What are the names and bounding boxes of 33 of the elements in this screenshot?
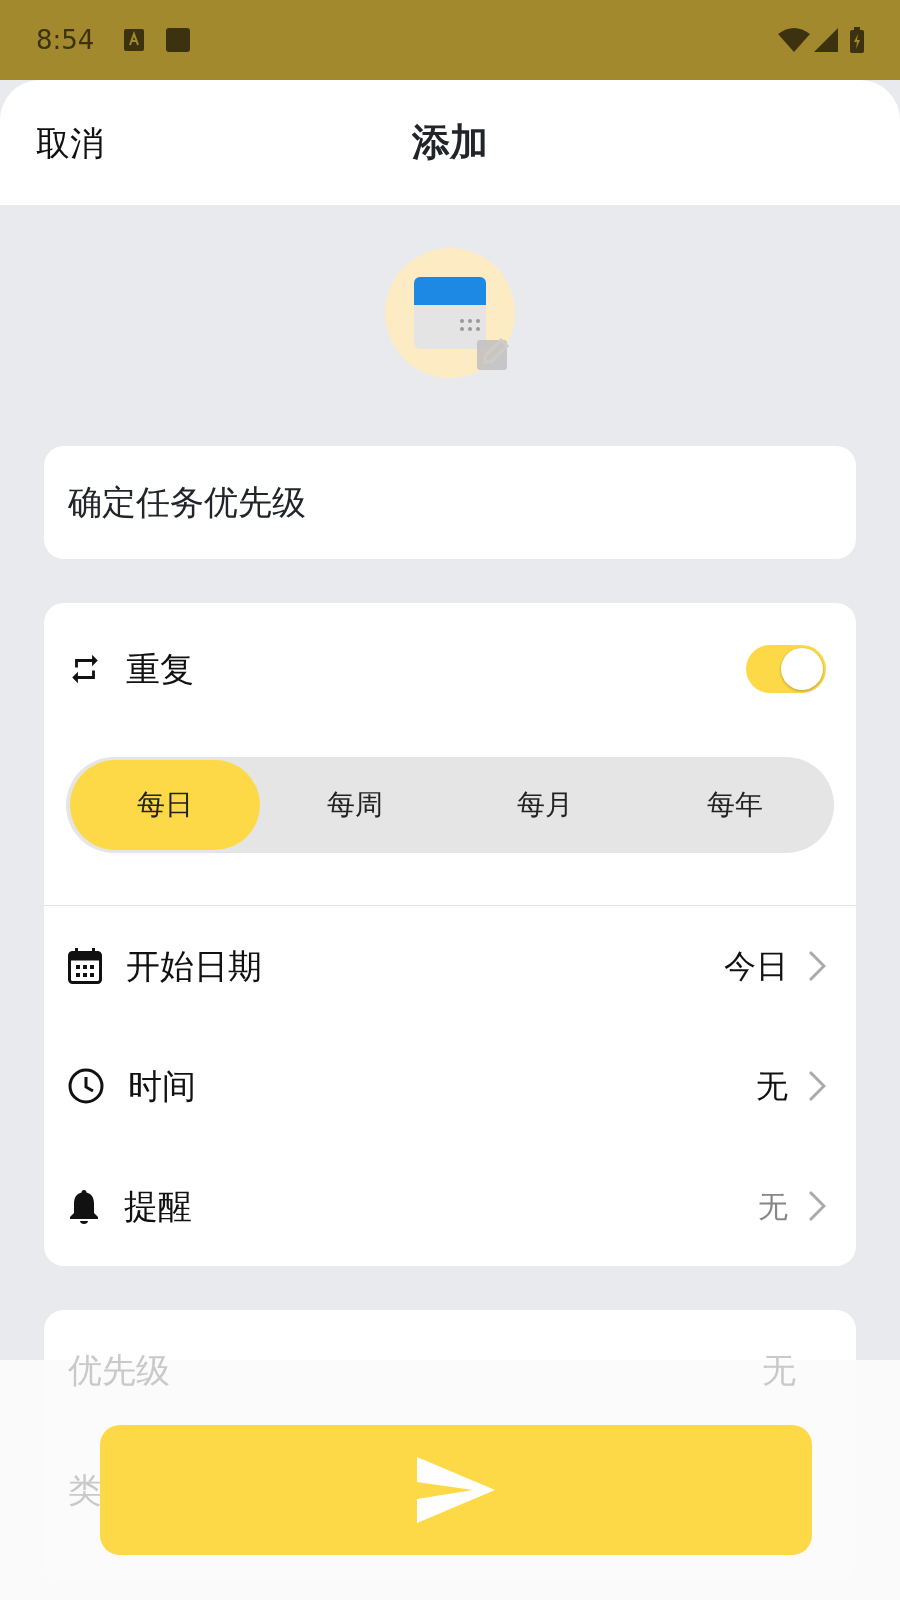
send-icon	[417, 1457, 495, 1523]
settings-row[interactable]: 开始日期 今日	[44, 906, 856, 1026]
frequency-tab[interactable]: 每月	[450, 760, 640, 850]
page-title: 添加	[412, 119, 488, 166]
row-label: 开始日期	[126, 944, 263, 988]
calendar-icon	[68, 948, 102, 984]
battery-icon	[850, 27, 864, 53]
signal-icon	[814, 28, 838, 52]
square-icon	[166, 28, 191, 52]
row-label: 提醒	[124, 1184, 193, 1228]
frequency-tab[interactable]: 每周	[260, 760, 450, 850]
chevron-right-icon	[808, 1190, 826, 1222]
clock-icon	[68, 1068, 104, 1104]
frequency-tab[interactable]: 每日	[70, 760, 260, 850]
row-label: 时间	[128, 1064, 197, 1108]
repeat-label: 重复	[126, 647, 195, 691]
chevron-right-icon	[808, 1070, 826, 1102]
cancel-button[interactable]: 取消	[36, 118, 104, 169]
calendar-icon	[414, 277, 486, 349]
wifi-icon	[778, 28, 810, 52]
bell-icon	[68, 1188, 100, 1224]
send-button[interactable]	[100, 1425, 812, 1555]
task-name-field[interactable]: 确定任务优先级	[44, 446, 856, 559]
row-value: 今日	[724, 946, 788, 987]
row-value: 无	[756, 1066, 788, 1107]
clock-time: 8:54	[36, 23, 95, 57]
repeat-toggle[interactable]	[746, 645, 826, 693]
chevron-right-icon	[808, 950, 826, 982]
settings-row[interactable]: 提醒 无	[44, 1146, 856, 1266]
row-value: 无	[758, 1187, 788, 1226]
settings-row[interactable]: 时间 无	[44, 1026, 856, 1146]
keyboard-icon	[124, 29, 145, 51]
frequency-tab[interactable]: 每年	[640, 760, 830, 850]
